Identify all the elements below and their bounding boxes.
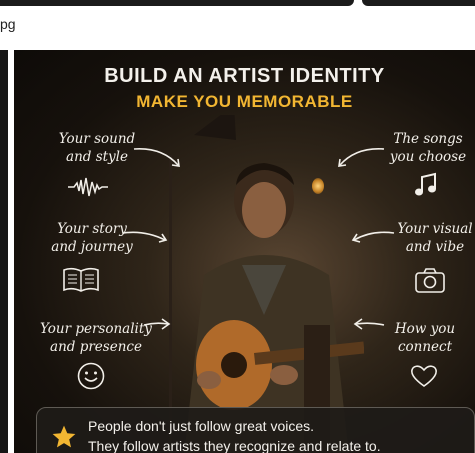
music-note-icon xyxy=(415,172,436,196)
guitarist-illustration xyxy=(169,115,364,453)
feature-visual-label: Your visual and vibe xyxy=(397,221,473,255)
feature-connect-label: How you connect xyxy=(394,321,456,355)
feature-songs-label: The songs you choose xyxy=(389,131,467,165)
star-icon xyxy=(52,425,76,448)
heart-icon xyxy=(411,365,437,387)
arrow-icon xyxy=(338,148,385,167)
poster-image: BUILD AN ARTIST IDENTITY MAKE YOU MEMORA… xyxy=(14,50,475,453)
feature-personality-label: Your personality and presence xyxy=(40,321,152,355)
top-bar-segment xyxy=(0,0,354,6)
arrow-icon xyxy=(133,148,180,167)
camera-icon xyxy=(415,268,445,293)
left-panel-edge xyxy=(0,50,8,453)
feature-sound-label: Your sound and style xyxy=(58,131,136,165)
book-icon xyxy=(63,267,99,292)
smiley-icon xyxy=(77,362,105,390)
arrow-icon xyxy=(351,231,395,243)
arrow-icon xyxy=(143,318,171,330)
browser-top-bar xyxy=(0,0,475,8)
poster-title: BUILD AN ARTIST IDENTITY xyxy=(104,65,385,87)
file-name-fragment: pg xyxy=(0,16,16,32)
top-bar-segment xyxy=(362,0,475,6)
arrow-icon xyxy=(122,231,168,243)
arrow-icon xyxy=(353,318,385,330)
callout-box: People don't just follow great voices. T… xyxy=(36,407,475,453)
sound-wave-icon xyxy=(68,177,108,197)
poster-subtitle: MAKE YOU MEMORABLE xyxy=(136,92,353,111)
callout-text-line2: They follow artists they recognize and r… xyxy=(88,438,381,453)
callout-text-line1: People don't just follow great voices. xyxy=(88,418,315,434)
